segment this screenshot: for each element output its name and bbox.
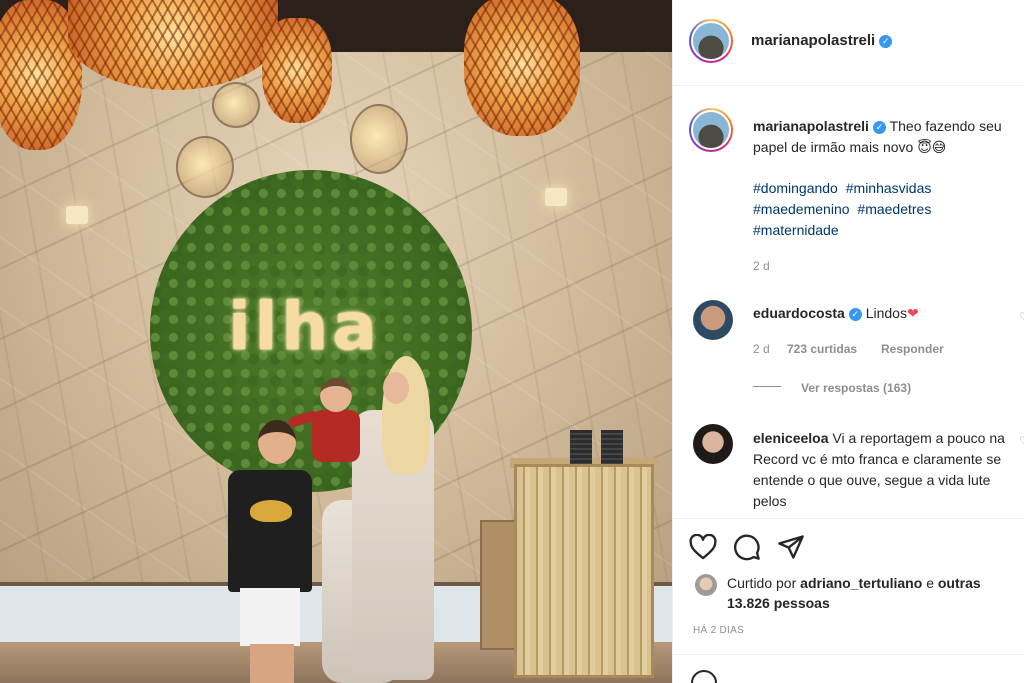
comment-time[interactable]: 2 d <box>753 342 770 356</box>
share-icon[interactable] <box>777 534 805 560</box>
boy-shorts <box>240 588 300 646</box>
glass-globe <box>176 136 234 198</box>
hashtag-link[interactable]: #minhasvidas <box>846 180 932 196</box>
action-bar <box>689 532 805 562</box>
caption-username[interactable]: marianapolastreli <box>753 118 869 134</box>
glass-globe <box>350 104 408 174</box>
comment-like-icon[interactable]: ♡ <box>1019 310 1024 324</box>
speaker <box>570 430 592 464</box>
wicker-lantern <box>464 0 580 136</box>
baby-body <box>312 410 360 462</box>
likes-suffix: e <box>926 575 934 591</box>
comment-likes[interactable]: 723 curtidas <box>787 342 857 356</box>
likes-prefix: Curtido por <box>727 575 797 591</box>
batman-logo <box>250 500 292 522</box>
boy-head <box>258 420 296 464</box>
caption-avatar[interactable] <box>689 108 733 152</box>
glass-globe <box>212 82 260 128</box>
post-sidebar: marianapolastreli ✓ marianapolastreli ✓ Th… <box>672 0 1024 683</box>
reply-divider <box>753 386 781 387</box>
comment-row: eleniceeloa Vi a reportagem a pouco na R… <box>753 428 1017 512</box>
caption-time[interactable]: 2 d <box>753 259 770 273</box>
wicker-lantern <box>262 18 332 123</box>
verified-icon: ✓ <box>872 120 886 134</box>
comments-divider <box>673 518 1024 519</box>
caption: marianapolastreli ✓ Theo fazendo seu pape… <box>753 116 1021 158</box>
liker-username[interactable]: adriano_tertuliano <box>800 575 922 591</box>
boy-legs <box>250 644 294 683</box>
red-heart-icon: ❤ <box>906 305 919 321</box>
boy-shirt <box>228 470 312 592</box>
hashtag-link[interactable]: #maedetres <box>857 201 931 217</box>
comment-row: eduardocosta ✓ Lindos❤ <box>753 303 1017 324</box>
verified-icon: ✓ <box>848 307 862 321</box>
baby-head <box>320 378 352 412</box>
hashtag-link[interactable]: #domingando <box>753 180 838 196</box>
profile-avatar[interactable] <box>689 19 733 63</box>
likes-summary: Curtido por adriano_tertuliano e outras … <box>727 573 1017 613</box>
wall-sconce <box>66 206 88 224</box>
liker-avatar[interactable] <box>695 574 717 596</box>
post-photo[interactable]: ilha <box>0 0 672 683</box>
comment-icon[interactable] <box>733 533 761 561</box>
marquee-sign: ilha <box>228 288 381 365</box>
emoji-icon[interactable] <box>691 670 717 683</box>
wall-sconce <box>545 188 567 206</box>
header-username[interactable]: marianapolastreli ✓ <box>751 32 893 49</box>
verified-icon: ✓ <box>879 34 893 48</box>
speaker <box>601 430 623 464</box>
footer-divider <box>673 654 1024 655</box>
comment-text: Lindos <box>865 305 907 321</box>
comment-username[interactable]: eduardocosta <box>753 305 845 321</box>
heart-icon[interactable] <box>689 534 717 560</box>
hashtag-link[interactable]: #maedemenino <box>753 201 850 217</box>
view-replies-button[interactable]: Ver respostas (163) <box>801 381 911 395</box>
add-comment-row[interactable] <box>673 660 1024 683</box>
header-divider <box>673 85 1024 86</box>
post-timestamp[interactable]: HÁ 2 DIAS <box>693 625 744 636</box>
comment-avatar[interactable] <box>693 300 733 340</box>
bamboo-counter <box>514 464 654 678</box>
comment-username[interactable]: eleniceeloa <box>753 430 829 446</box>
woman-face <box>383 372 409 404</box>
hashtag-link[interactable]: #maternidade <box>753 222 839 238</box>
comment-like-icon[interactable]: ♡ <box>1019 434 1024 448</box>
comment-avatar[interactable] <box>693 424 733 464</box>
hashtags: #domingando #minhasvidas #maedemenino #m… <box>753 178 1013 241</box>
reply-button[interactable]: Responder <box>881 342 944 356</box>
